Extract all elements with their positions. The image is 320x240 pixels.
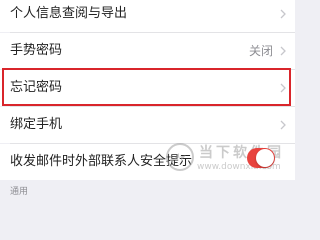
row-gesture-password-label: 手势密码 <box>10 43 63 58</box>
row-external-contact-warning-label: 收发邮件时外部联系人安全提示 <box>10 154 193 169</box>
chevron-right-icon <box>280 46 286 56</box>
section-caption: 通用 <box>10 187 29 197</box>
section-header-general: 通用 <box>0 180 295 200</box>
row-bind-phone-label: 绑定手机 <box>10 117 63 132</box>
toggle-knob <box>256 149 274 167</box>
row-bind-phone[interactable]: 绑定手机 <box>0 107 295 143</box>
gesture-password-status: 关闭 <box>248 44 273 58</box>
highlight-box <box>2 68 291 106</box>
chevron-right-icon <box>280 120 286 130</box>
external-contact-warning-toggle[interactable] <box>247 148 275 168</box>
row-personal-info-export-label: 个人信息查阅与导出 <box>10 6 128 21</box>
chevron-right-icon <box>280 9 286 19</box>
row-personal-info-export[interactable]: 个人信息查阅与导出 <box>0 0 295 32</box>
row-gesture-password[interactable]: 手势密码 关闭 <box>0 33 295 69</box>
